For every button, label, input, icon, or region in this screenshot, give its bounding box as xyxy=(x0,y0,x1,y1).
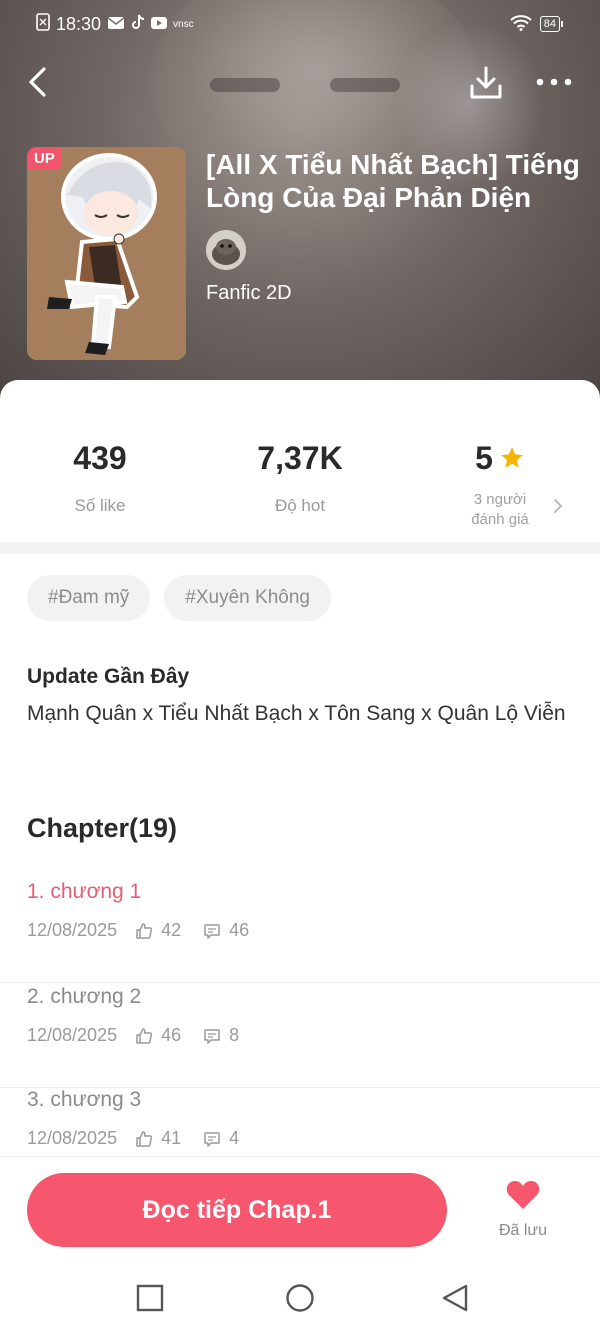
more-button[interactable] xyxy=(534,70,574,94)
wifi-icon xyxy=(510,14,532,34)
back-button[interactable] xyxy=(24,64,54,100)
chapter-row[interactable]: 1. chương 1 12/08/2025 42 46 xyxy=(0,880,600,983)
chapter-row[interactable]: 2. chương 2 12/08/2025 46 8 xyxy=(0,985,600,1088)
chapter-likes: 42 xyxy=(161,920,182,940)
circle-nav-icon xyxy=(286,1284,314,1312)
stat-rating[interactable]: 5 3 người đánh giá xyxy=(400,440,600,530)
mail-icon xyxy=(107,14,125,35)
heart-icon xyxy=(506,1181,540,1209)
network-label: vnsc xyxy=(173,18,194,30)
cover-art xyxy=(27,147,186,360)
section-divider xyxy=(0,542,600,554)
chapter-comments: 8 xyxy=(229,1025,240,1045)
download-icon xyxy=(470,66,502,99)
chapter-comments: 4 xyxy=(229,1128,240,1148)
more-icon xyxy=(536,78,572,86)
likes-label: Số like xyxy=(74,496,126,515)
chapter-comments: 46 xyxy=(229,920,250,940)
thumbs-up-icon xyxy=(136,922,153,939)
bottom-action-bar: Đọc tiếp Chap.1 Đã lưu xyxy=(0,1156,600,1263)
tag-xuyen-khong[interactable]: #Xuyên Không xyxy=(164,575,331,621)
likes-value: 439 xyxy=(73,440,127,476)
system-navigation-bar xyxy=(0,1263,600,1333)
chapter-date: 12/08/2025 xyxy=(27,1128,118,1148)
system-back-button[interactable] xyxy=(440,1283,470,1313)
update-text: Mạnh Quân x Tiểu Nhất Bạch x Tôn Sang x … xyxy=(27,702,566,725)
continue-reading-button[interactable]: Đọc tiếp Chap.1 xyxy=(27,1173,447,1247)
rating-count-label: đánh giá xyxy=(471,511,529,528)
recents-button[interactable] xyxy=(135,1283,165,1313)
chapter-title: 3. chương 3 xyxy=(27,1088,142,1111)
backdrop-blur-eye xyxy=(210,78,280,92)
status-bar: 18:30 vnsc 84 xyxy=(36,10,564,38)
comment-icon xyxy=(204,923,220,939)
backdrop-blur-eye xyxy=(330,78,400,92)
sim-icon xyxy=(36,12,50,36)
triangle-nav-icon xyxy=(442,1284,468,1312)
tiktok-icon xyxy=(131,14,145,35)
tag-dam-my[interactable]: #Đam mỹ xyxy=(27,575,151,621)
chevron-right-icon xyxy=(554,499,563,513)
chapter-likes: 41 xyxy=(161,1128,182,1148)
hot-value: 7,37K xyxy=(257,440,343,476)
up-badge: UP xyxy=(27,147,62,170)
youtube-icon xyxy=(151,14,168,35)
back-icon xyxy=(29,67,46,97)
download-button[interactable] xyxy=(466,64,506,104)
chapter-title: 1. chương 1 xyxy=(27,880,142,903)
stat-likes: 439 Số like xyxy=(0,440,200,516)
story-category[interactable]: Fanfic 2D xyxy=(206,282,292,305)
comment-icon xyxy=(204,1131,220,1147)
thumbs-up-icon xyxy=(136,1027,153,1044)
saved-label: Đã lưu xyxy=(498,1222,548,1239)
status-time: 18:30 xyxy=(56,13,102,34)
battery-indicator: 84 xyxy=(539,16,564,32)
stat-hot: 7,37K Độ hot xyxy=(200,440,400,516)
hot-label: Độ hot xyxy=(274,496,326,515)
rating-count: 3 người xyxy=(473,491,527,508)
chapter-date: 12/08/2025 xyxy=(27,1025,118,1045)
star-icon xyxy=(501,447,523,468)
chapter-likes: 46 xyxy=(161,1025,182,1045)
tag-list: #Đam mỹ #Xuyên Không xyxy=(27,575,331,621)
rating-chevron[interactable] xyxy=(552,498,564,514)
chapter-date: 12/08/2025 xyxy=(27,920,118,940)
update-heading: Update Gần Đây xyxy=(27,665,190,688)
story-title: [All X Tiểu Nhất Bạch] Tiếng Lòng Của Đạ… xyxy=(206,149,580,213)
story-cover[interactable]: UP xyxy=(27,147,186,360)
avatar-image xyxy=(206,230,246,270)
home-button[interactable] xyxy=(285,1283,315,1313)
chapter-count-heading: Chapter(19) xyxy=(27,813,178,843)
stats-row: 439 Số like 7,37K Độ hot 5 3 người đánh … xyxy=(0,440,600,540)
square-nav-icon xyxy=(136,1284,164,1312)
comment-icon xyxy=(204,1028,220,1044)
author-avatar[interactable] xyxy=(206,230,246,270)
saved-button[interactable]: Đã lưu xyxy=(490,1179,556,1240)
thumbs-up-icon xyxy=(136,1130,153,1147)
rating-value: 5 xyxy=(475,440,493,476)
chapter-title: 2. chương 2 xyxy=(27,985,142,1008)
